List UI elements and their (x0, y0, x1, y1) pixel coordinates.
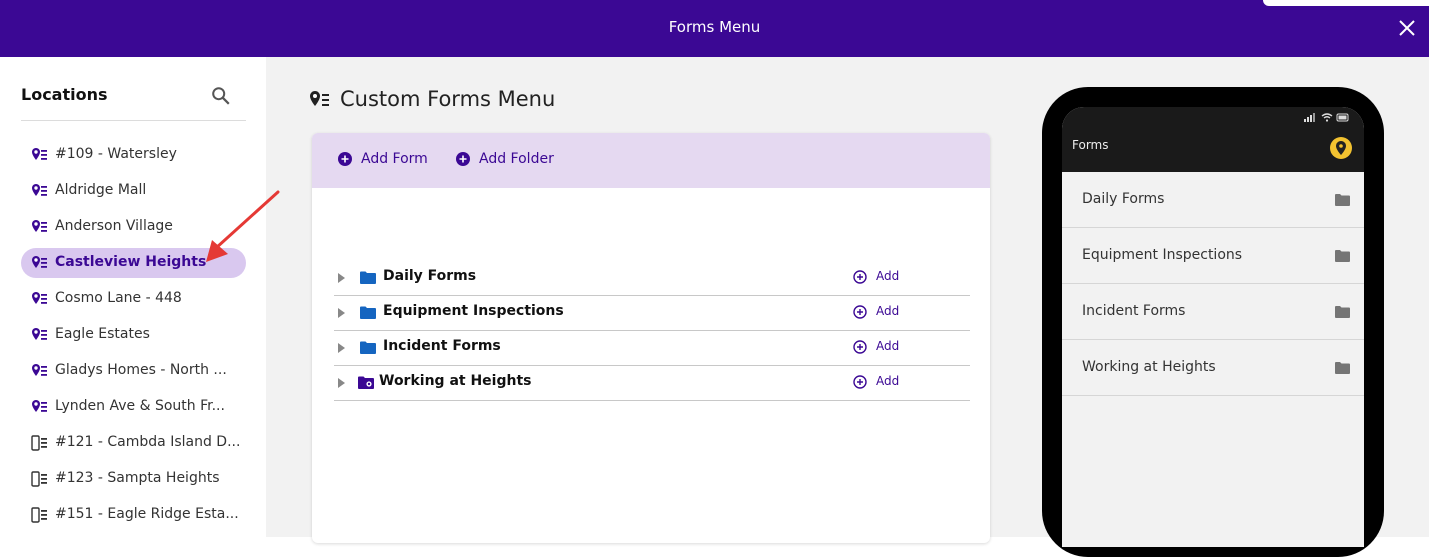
device-list-icon (31, 471, 47, 487)
phone-header-title: Forms (1072, 138, 1109, 152)
phone-header: Forms (1062, 107, 1364, 172)
folder-row: Daily Forms Add (334, 260, 970, 296)
folder-icon (360, 306, 376, 319)
location-pin-button[interactable] (1330, 137, 1352, 159)
folder-icon (1335, 250, 1350, 262)
location-list-icon (32, 400, 47, 412)
phone-item-label: Incident Forms (1082, 303, 1186, 319)
plus-circle-icon (338, 152, 352, 166)
locations-sidebar: Locations #109 - Watersley Aldridge Mall… (2, 57, 266, 537)
location-label: Castleview Heights (55, 254, 207, 270)
phone-folder-item[interactable]: Working at Heights (1062, 340, 1364, 396)
add-label: Add (876, 339, 900, 353)
folder-icon (360, 271, 376, 284)
expand-caret-icon[interactable] (338, 308, 345, 318)
phone-item-label: Working at Heights (1082, 359, 1216, 375)
add-form-label: Add Form (361, 151, 428, 167)
sidebar-item-location[interactable]: Lynden Ave & South Fr... (21, 392, 246, 422)
location-label: Anderson Village (55, 218, 173, 234)
map-pin-icon (1336, 141, 1346, 155)
add-folder-label: Add Folder (479, 151, 554, 167)
phone-screen: Forms Daily Forms Equipment Inspections … (1062, 107, 1364, 547)
expand-caret-icon[interactable] (338, 343, 345, 353)
device-list-icon (31, 435, 47, 451)
plus-circle-outline-icon (853, 305, 867, 319)
location-folder-icon (358, 376, 374, 389)
window-tab-edge (1263, 0, 1429, 6)
main-panel: Custom Forms Menu Add Form Add Folder Da… (266, 57, 1429, 557)
sidebar-item-device[interactable]: #121 - Cambda Island D... (21, 428, 246, 458)
forms-card: Add Form Add Folder Daily Forms Add Equi… (312, 133, 990, 543)
location-list-icon (32, 220, 47, 232)
phone-preview: Forms Daily Forms Equipment Inspections … (1042, 87, 1384, 557)
plus-circle-outline-icon (853, 340, 867, 354)
location-label: Cosmo Lane - 448 (55, 290, 182, 306)
folder-row: Equipment Inspections Add (334, 295, 970, 331)
search-icon[interactable] (210, 85, 232, 107)
folder-row: Working at Heights Add (334, 365, 970, 401)
plus-circle-outline-icon (853, 375, 867, 389)
location-list-icon (32, 292, 47, 304)
sidebar-item-location[interactable]: Gladys Homes - North ... (21, 356, 246, 386)
title-bar: Forms Menu (0, 0, 1429, 57)
phone-item-label: Daily Forms (1082, 191, 1165, 207)
plus-circle-icon (456, 152, 470, 166)
sidebar-item-location[interactable]: Cosmo Lane - 448 (21, 284, 246, 314)
folder-icon (1335, 362, 1350, 374)
sidebar-item-location[interactable]: Eagle Estates (21, 320, 246, 350)
folder-name[interactable]: Daily Forms (383, 268, 476, 284)
phone-folder-item[interactable]: Equipment Inspections (1062, 228, 1364, 284)
location-label: Gladys Homes - North ... (55, 362, 227, 378)
folder-icon (360, 341, 376, 354)
location-list-icon (310, 91, 329, 106)
location-label: Eagle Estates (55, 326, 150, 342)
folder-icon (1335, 194, 1350, 206)
location-label: #123 - Sampta Heights (55, 470, 220, 486)
expand-caret-icon[interactable] (338, 273, 345, 283)
sidebar-item-location[interactable]: #109 - Watersley (21, 140, 246, 170)
folder-icon (1335, 306, 1350, 318)
location-label: #151 - Eagle Ridge Esta... (55, 506, 239, 522)
folder-row: Incident Forms Add (334, 330, 970, 366)
phone-folder-item[interactable]: Incident Forms (1062, 284, 1364, 340)
locations-heading: Locations (21, 85, 108, 104)
status-bar-icons (1304, 113, 1349, 122)
location-list-icon (32, 364, 47, 376)
location-label: #121 - Cambda Island D... (55, 434, 241, 450)
location-label: #109 - Watersley (55, 146, 177, 162)
page-title: Custom Forms Menu (340, 87, 556, 111)
window-title: Forms Menu (668, 18, 761, 36)
expand-caret-icon[interactable] (338, 378, 345, 388)
add-label: Add (876, 304, 900, 318)
location-list-icon (32, 184, 47, 196)
sidebar-divider (21, 120, 246, 121)
location-label: Aldridge Mall (55, 182, 147, 198)
sidebar-item-device[interactable]: #151 - Eagle Ridge Esta... (21, 500, 246, 530)
location-list-icon (32, 328, 47, 340)
device-list-icon (31, 507, 47, 523)
folder-name[interactable]: Equipment Inspections (383, 303, 564, 319)
sidebar-item-location[interactable]: Aldridge Mall (21, 176, 246, 206)
folder-name[interactable]: Working at Heights (379, 373, 531, 389)
phone-folder-item[interactable]: Daily Forms (1062, 172, 1364, 228)
folder-name[interactable]: Incident Forms (383, 338, 501, 354)
location-label: Lynden Ave & South Fr... (55, 398, 225, 414)
card-toolbar: Add Form Add Folder (312, 133, 990, 188)
add-label: Add (876, 269, 900, 283)
sidebar-item-location-selected[interactable]: Castleview Heights (21, 248, 246, 278)
sidebar-item-device[interactable]: #123 - Sampta Heights (21, 464, 246, 494)
close-icon[interactable] (1397, 18, 1417, 38)
location-list-icon (32, 256, 47, 268)
phone-item-label: Equipment Inspections (1082, 247, 1243, 263)
sidebar-item-location[interactable]: Anderson Village (21, 212, 246, 242)
add-label: Add (876, 374, 900, 388)
plus-circle-outline-icon (853, 270, 867, 284)
location-list-icon (32, 148, 47, 160)
